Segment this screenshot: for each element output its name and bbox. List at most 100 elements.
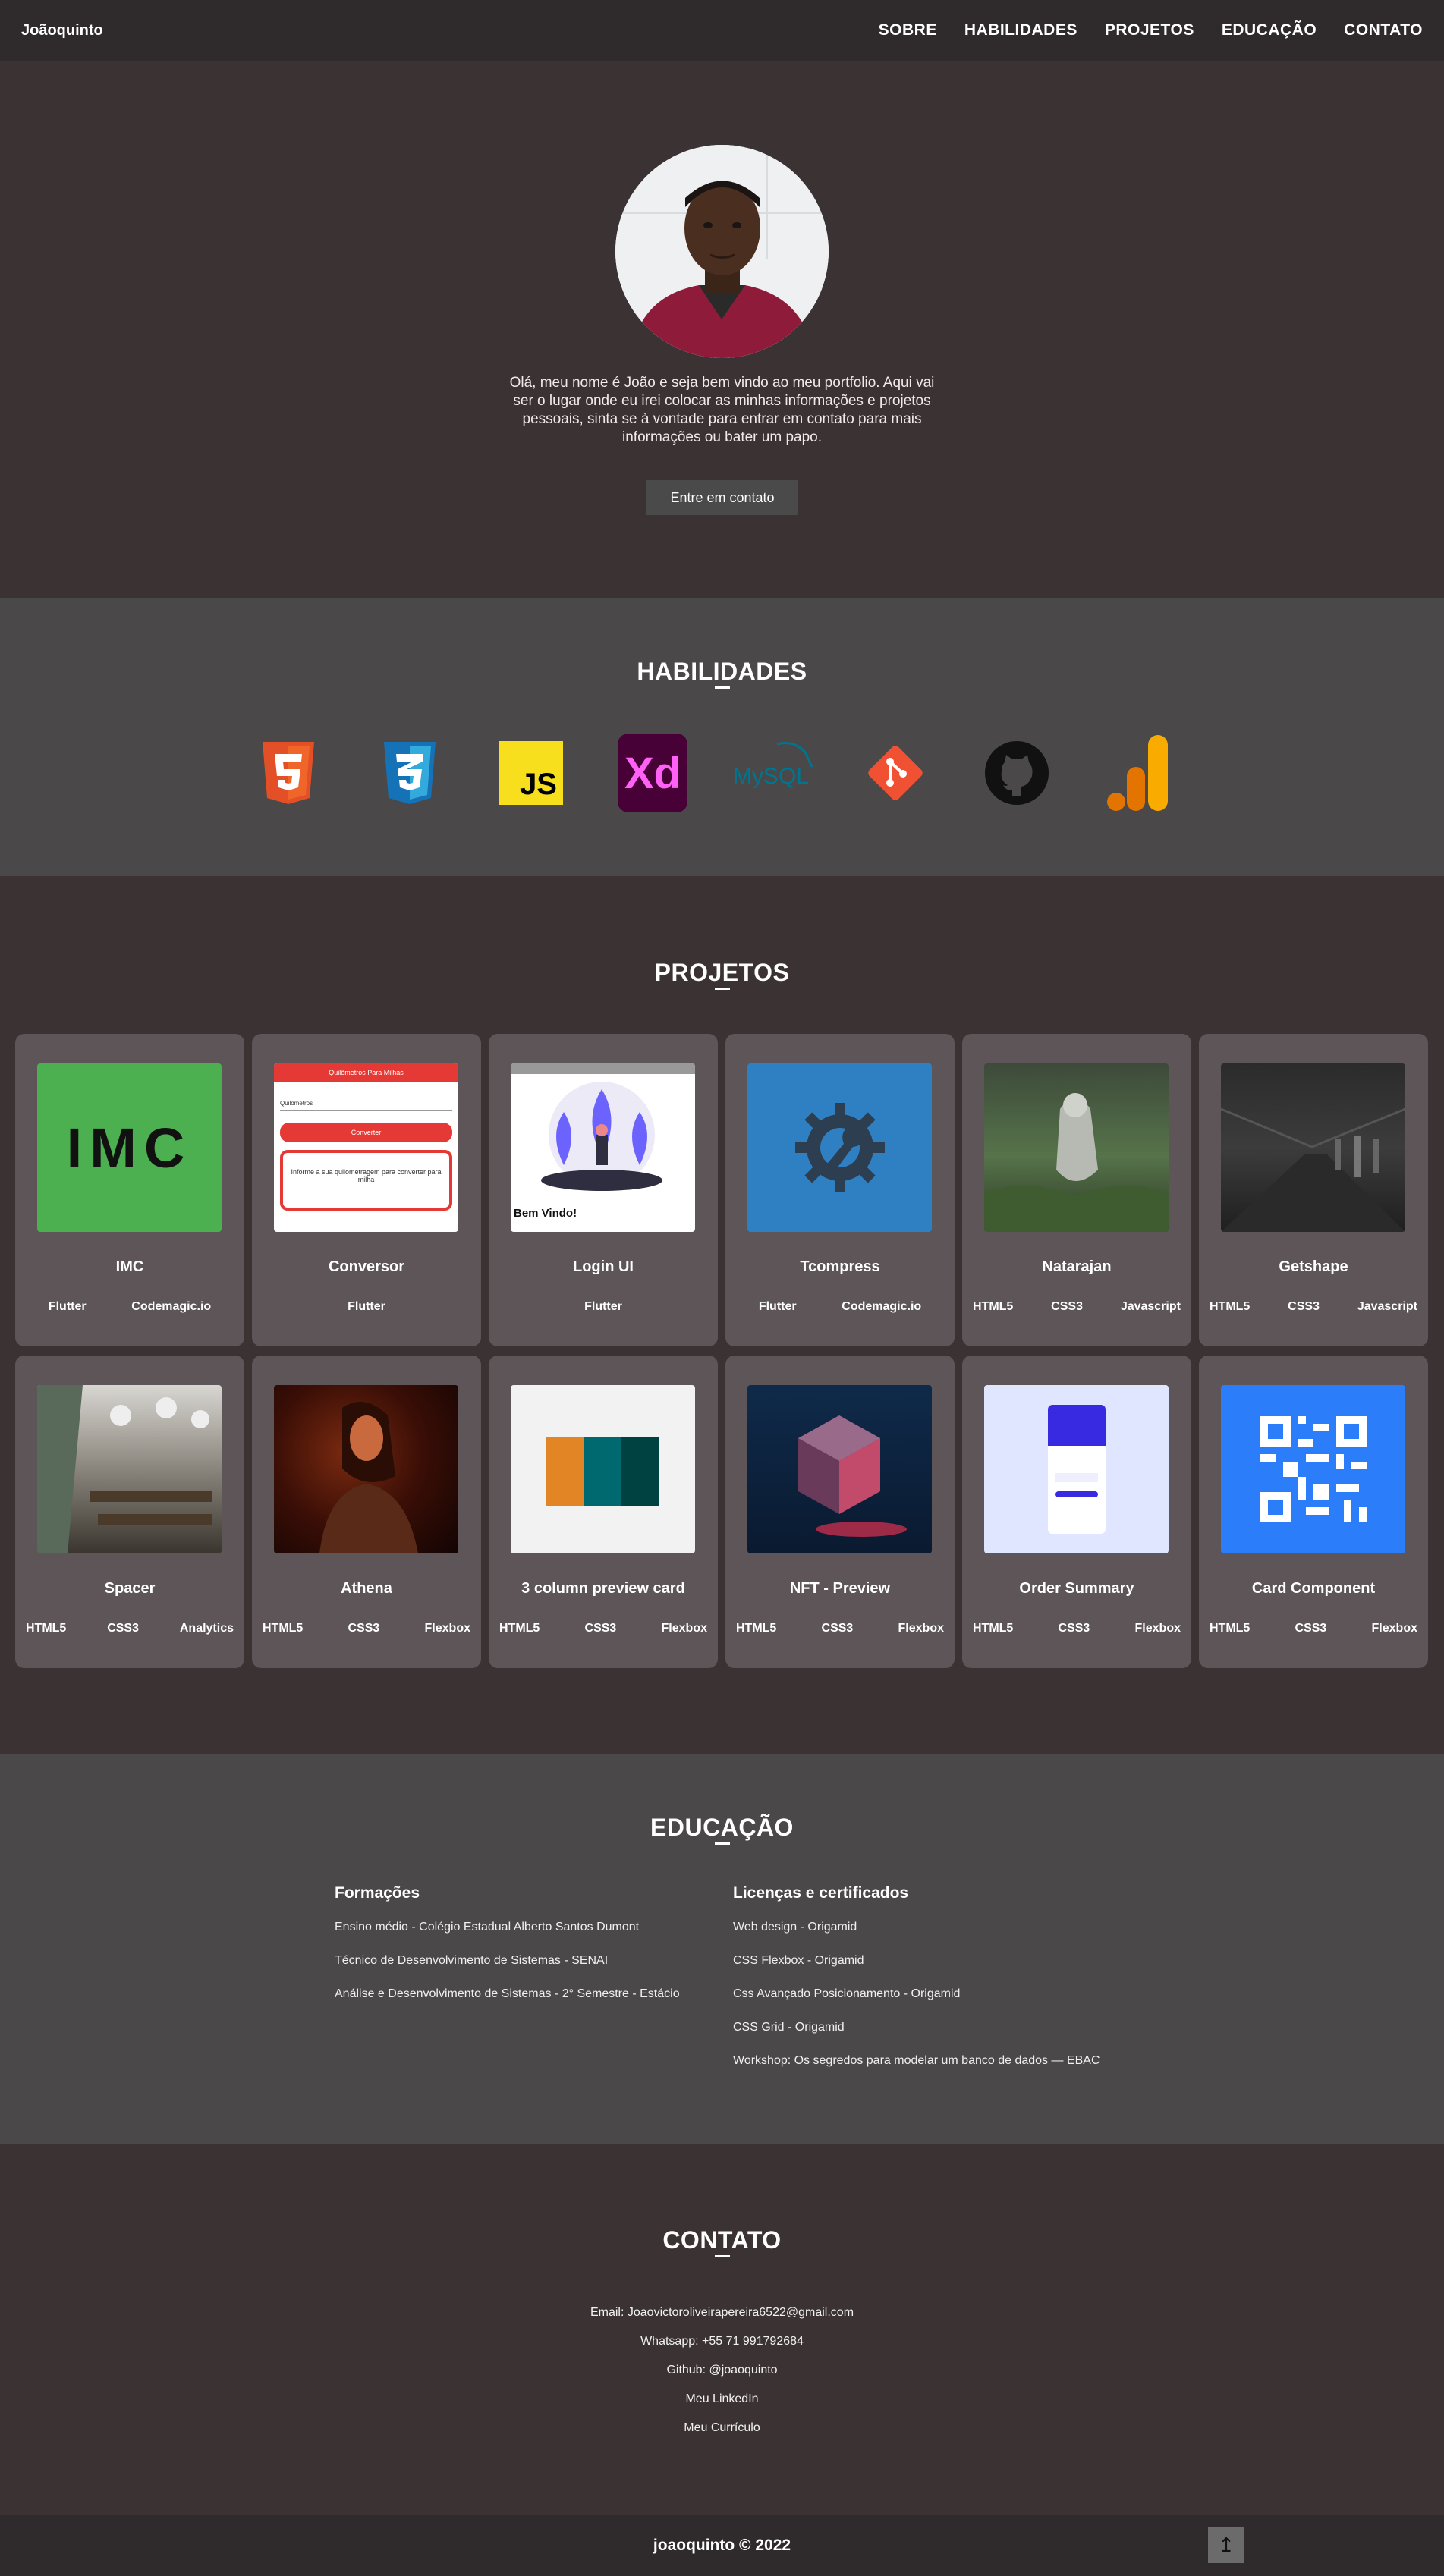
formacoes-column: Formações Ensino médio - Colégio Estadua… bbox=[335, 1884, 680, 2021]
project-tag: Flutter bbox=[758, 1300, 797, 1313]
project-tags: HTML5 CSS3 Flexbox bbox=[736, 1622, 944, 1635]
project-thumbnail bbox=[1221, 1385, 1405, 1553]
nav-link-educacao[interactable]: EDUCAÇÃO bbox=[1222, 21, 1317, 39]
project-tags: Flutter bbox=[499, 1300, 707, 1314]
project-title: Spacer bbox=[104, 1580, 156, 1597]
skills-title-underline bbox=[715, 686, 730, 689]
project-thumbnail bbox=[747, 1063, 932, 1232]
project-title: Conversor bbox=[328, 1258, 405, 1275]
project-tag: HTML5 bbox=[263, 1622, 304, 1635]
project-tags: HTML5 CSS3 Flexbox bbox=[973, 1622, 1181, 1635]
imc-thumb-text: IMC bbox=[66, 1116, 193, 1180]
nav-link-sobre[interactable]: SOBRE bbox=[879, 21, 937, 39]
project-tag: Javascript bbox=[1357, 1300, 1417, 1313]
project-tag: CSS3 bbox=[348, 1622, 380, 1635]
formacoes-heading: Formações bbox=[335, 1884, 420, 1902]
project-card-tcompress[interactable]: Tcompress Flutter Codemagic.io bbox=[725, 1034, 955, 1346]
project-title: Tcompress bbox=[800, 1258, 880, 1275]
project-tag: CSS3 bbox=[584, 1622, 617, 1635]
project-tag: Flutter bbox=[584, 1300, 622, 1313]
project-thumbnail bbox=[984, 1063, 1169, 1232]
project-tag: Flexbox bbox=[424, 1622, 470, 1635]
project-card-imc[interactable]: IMC IMC Flutter Codemagic.io bbox=[15, 1034, 244, 1346]
login-thumb-caption: Bem Vindo! bbox=[514, 1207, 577, 1220]
contact-title-underline bbox=[715, 2255, 730, 2257]
project-tag: HTML5 bbox=[26, 1622, 67, 1635]
project-title: Card Component bbox=[1251, 1580, 1376, 1597]
project-card-3-column[interactable]: 3 column preview card HTML5 CSS3 Flexbox bbox=[489, 1356, 718, 1668]
contact-cta-button[interactable]: Entre em contato bbox=[646, 480, 798, 515]
hero-section: Olá, meu nome é João e seja bem vindo ao… bbox=[0, 61, 1444, 598]
project-tag: Flexbox bbox=[661, 1622, 707, 1635]
project-tag: HTML5 bbox=[736, 1622, 777, 1635]
project-title: 3 column preview card bbox=[521, 1580, 685, 1597]
mysql-icon: MySQL bbox=[730, 732, 818, 814]
certificados-heading: Licenças e certificados bbox=[733, 1884, 909, 1902]
project-tags: HTML5 CSS3 Javascript bbox=[1210, 1300, 1417, 1314]
project-card-nft-preview[interactable]: NFT - Preview HTML5 CSS3 Flexbox bbox=[725, 1356, 955, 1668]
project-thumbnail bbox=[511, 1385, 695, 1553]
javascript-icon-text: JS bbox=[520, 768, 557, 801]
project-thumbnail bbox=[747, 1385, 932, 1553]
project-title: Athena bbox=[341, 1580, 392, 1597]
project-tag: Codemagic.io bbox=[842, 1300, 922, 1313]
skills-title: HABILIDADES bbox=[637, 658, 807, 685]
project-tag: Flutter bbox=[348, 1300, 385, 1313]
contact-email[interactable]: Email: Joaovictoroliveirapereira6522@gma… bbox=[0, 2298, 1444, 2327]
contact-linkedin-link[interactable]: Meu LinkedIn bbox=[0, 2385, 1444, 2414]
contact-whatsapp[interactable]: Whatsapp: +55 71 991792684 bbox=[0, 2327, 1444, 2356]
formacao-item: Análise e Desenvolvimento de Sistemas - … bbox=[335, 1987, 680, 2000]
project-tags: HTML5 CSS3 Flexbox bbox=[263, 1622, 470, 1635]
project-thumbnail bbox=[37, 1385, 222, 1553]
project-thumbnail bbox=[274, 1385, 458, 1553]
projects-title: PROJETOS bbox=[654, 959, 790, 986]
project-card-conversor[interactable]: Quilômetros Para Milhas Quilômetros Conv… bbox=[252, 1034, 481, 1346]
formacao-item: Técnico de Desenvolvimento de Sistemas -… bbox=[335, 1954, 609, 1967]
project-thumbnail bbox=[1221, 1063, 1405, 1232]
project-tag: Flexbox bbox=[1134, 1622, 1181, 1635]
nav-link-habilidades[interactable]: HABILIDADES bbox=[964, 21, 1077, 39]
hero-intro-text: Olá, meu nome é João e seja bem vindo ao… bbox=[509, 375, 935, 445]
project-tags: HTML5 CSS3 Flexbox bbox=[1210, 1622, 1417, 1635]
project-tag: CSS3 bbox=[1051, 1300, 1083, 1313]
project-title: IMC bbox=[115, 1258, 144, 1275]
project-card-login-ui[interactable]: Bem Vindo! Login UI Flutter bbox=[489, 1034, 718, 1346]
project-tag: CSS3 bbox=[821, 1622, 854, 1635]
project-thumbnail: IMC bbox=[37, 1063, 222, 1232]
project-card-athena[interactable]: Athena HTML5 CSS3 Flexbox bbox=[252, 1356, 481, 1668]
project-tag: HTML5 bbox=[1210, 1622, 1251, 1635]
brand-logo-text[interactable]: Joãoquinto bbox=[21, 22, 103, 39]
project-tag: Analytics bbox=[179, 1622, 234, 1635]
certificado-item: Workshop: Os segredos para modelar um ba… bbox=[733, 2054, 1100, 2067]
education-title: EDUCAÇÃO bbox=[650, 1814, 794, 1841]
back-to-top-button[interactable]: ↥ bbox=[1208, 2527, 1244, 2563]
project-tags: Flutter bbox=[263, 1300, 470, 1314]
html5-icon bbox=[253, 732, 323, 814]
project-card-getshape[interactable]: Getshape HTML5 CSS3 Javascript bbox=[1199, 1034, 1428, 1346]
conversor-thumb-header: Quilômetros Para Milhas bbox=[274, 1063, 458, 1082]
conversor-thumb-msg: Informe a sua quilometragem para convert… bbox=[280, 1150, 452, 1211]
project-card-order-summary[interactable]: Order Summary HTML5 CSS3 Flexbox bbox=[962, 1356, 1191, 1668]
top-navbar: Joãoquinto SOBRE HABILIDADES PROJETOS ED… bbox=[0, 0, 1444, 61]
contact-github[interactable]: Github: @joaoquinto bbox=[0, 2356, 1444, 2385]
project-tag: Flutter bbox=[48, 1300, 87, 1313]
project-card-card-component[interactable]: Card Component HTML5 CSS3 Flexbox bbox=[1199, 1356, 1428, 1668]
project-tag: Flexbox bbox=[1371, 1622, 1417, 1635]
project-tag: Javascript bbox=[1120, 1300, 1181, 1313]
project-title: Order Summary bbox=[1019, 1580, 1134, 1597]
project-card-natarajan[interactable]: Natarajan HTML5 CSS3 Javascript bbox=[962, 1034, 1191, 1346]
project-tag: CSS3 bbox=[1295, 1622, 1327, 1635]
project-tag: HTML5 bbox=[1210, 1300, 1251, 1313]
education-section bbox=[0, 1754, 1444, 2144]
nav-link-contato[interactable]: CONTATO bbox=[1344, 21, 1423, 39]
project-title: Natarajan bbox=[1042, 1258, 1112, 1275]
nav-link-projetos[interactable]: PROJETOS bbox=[1105, 21, 1194, 39]
profile-avatar bbox=[615, 145, 829, 358]
certificado-item: CSS Grid - Origamid bbox=[733, 2021, 845, 2034]
javascript-icon: JS bbox=[496, 732, 566, 814]
contact-curriculo-link[interactable]: Meu Currículo bbox=[0, 2414, 1444, 2442]
arrow-up-icon: ↥ bbox=[1218, 2533, 1235, 2556]
contact-title: CONTATO bbox=[662, 2226, 782, 2254]
project-card-spacer[interactable]: Spacer HTML5 CSS3 Analytics bbox=[15, 1356, 244, 1668]
certificado-item: CSS Flexbox - Origamid bbox=[733, 1954, 864, 1967]
